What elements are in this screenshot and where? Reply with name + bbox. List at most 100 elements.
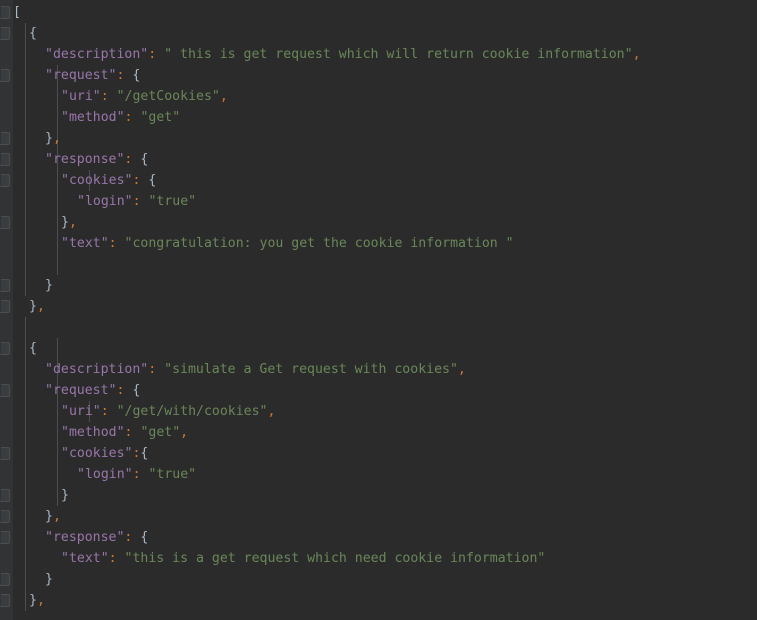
code-fold-marker-icon[interactable] <box>0 174 10 187</box>
code-line[interactable]: "uri": "/getCookies", <box>61 86 228 107</box>
code-token: "get" <box>140 425 181 440</box>
indent-guide <box>25 317 26 611</box>
code-token: "description" <box>45 47 149 62</box>
code-token: { <box>140 530 149 545</box>
code-token: "response" <box>45 152 125 167</box>
code-token: : <box>132 467 141 482</box>
code-token: , <box>457 362 466 377</box>
code-token: , <box>180 425 189 440</box>
code-token: , <box>68 215 77 230</box>
code-line[interactable]: "cookies":{ <box>61 443 148 464</box>
code-fold-marker-icon[interactable] <box>0 27 10 40</box>
code-fold-marker-icon[interactable] <box>0 132 10 145</box>
code-line[interactable]: "description": "simulate a Get request w… <box>45 359 466 380</box>
code-token: , <box>36 593 45 608</box>
code-line[interactable]: { <box>29 23 37 44</box>
code-line[interactable]: "request": { <box>45 380 140 401</box>
code-fold-marker-icon[interactable] <box>0 489 10 502</box>
code-line[interactable]: "method": "get", <box>61 422 188 443</box>
code-token: , <box>36 299 45 314</box>
code-line[interactable]: "text": "this is a get request which nee… <box>61 548 545 569</box>
code-token: , <box>219 89 228 104</box>
code-token: "/getCookies" <box>116 89 220 104</box>
code-line[interactable]: "description": " this is get request whi… <box>45 44 641 65</box>
code-line[interactable]: }, <box>29 590 45 611</box>
code-line[interactable]: "uri": "/get/with/cookies", <box>61 401 275 422</box>
code-fold-marker-icon[interactable] <box>0 6 10 19</box>
code-token: "request" <box>45 68 117 83</box>
code-fold-marker-icon[interactable] <box>0 447 10 460</box>
code-fold-marker-icon[interactable] <box>0 69 10 82</box>
indent-guide <box>25 23 26 296</box>
code-line[interactable]: }, <box>61 212 77 233</box>
editor-gutter[interactable] <box>0 0 13 620</box>
code-line[interactable]: "login": "true" <box>77 464 196 485</box>
code-line[interactable]: } <box>45 275 53 296</box>
code-token: "/get/with/cookies" <box>116 404 268 419</box>
code-fold-marker-icon[interactable] <box>0 510 10 523</box>
indent-guide <box>57 443 58 506</box>
code-line[interactable]: } <box>61 485 69 506</box>
code-token: "uri" <box>61 89 101 104</box>
code-token: { <box>148 173 157 188</box>
code-token: "uri" <box>61 404 101 419</box>
code-token: } <box>45 572 53 587</box>
code-token: { <box>140 446 149 461</box>
code-token: : <box>132 194 141 209</box>
code-line[interactable]: "response": { <box>45 527 148 548</box>
code-token: } <box>45 278 53 293</box>
code-token: "congratulation: you get the cookie info… <box>124 236 514 251</box>
code-line[interactable]: "method": "get" <box>61 107 180 128</box>
code-line[interactable]: }, <box>45 506 61 527</box>
code-token: "response" <box>45 530 125 545</box>
code-token: "login" <box>77 194 133 209</box>
code-token: "true" <box>148 194 197 209</box>
code-token: } <box>29 299 37 314</box>
code-line[interactable]: "request": { <box>45 65 140 86</box>
code-token: : <box>100 404 109 419</box>
code-fold-marker-icon[interactable] <box>0 531 10 544</box>
code-line[interactable]: "cookies": { <box>61 170 156 191</box>
code-token: : <box>108 551 117 566</box>
code-line[interactable]: }, <box>29 296 45 317</box>
code-fold-marker-icon[interactable] <box>0 216 10 229</box>
code-token: : <box>100 89 109 104</box>
code-token: , <box>52 131 61 146</box>
code-token: "description" <box>45 362 149 377</box>
code-fold-marker-icon[interactable] <box>0 279 10 292</box>
code-token: } <box>61 488 69 503</box>
code-token: , <box>52 509 61 524</box>
code-token: { <box>132 68 141 83</box>
code-line[interactable]: } <box>45 569 53 590</box>
code-fold-marker-icon[interactable] <box>0 384 10 397</box>
code-fold-marker-icon[interactable] <box>0 300 10 313</box>
code-token: [ <box>13 5 21 20</box>
code-line[interactable]: "response": { <box>45 149 148 170</box>
code-token: } <box>61 215 69 230</box>
code-fold-marker-icon[interactable] <box>0 594 10 607</box>
code-token: "request" <box>45 383 117 398</box>
code-token: { <box>29 341 37 356</box>
code-fold-marker-icon[interactable] <box>0 342 10 355</box>
code-line[interactable]: "text": "congratulation: you get the coo… <box>61 233 514 254</box>
code-line[interactable]: "login": "true" <box>77 191 196 212</box>
code-fold-marker-icon[interactable] <box>0 573 10 586</box>
code-token: { <box>140 152 149 167</box>
code-token: "cookies" <box>61 173 133 188</box>
code-line[interactable]: { <box>29 338 37 359</box>
code-token: } <box>29 593 37 608</box>
editor-code-area[interactable]: [ { "description": " this is get request w… <box>13 0 757 620</box>
code-line[interactable]: }, <box>45 128 61 149</box>
code-token: } <box>45 131 53 146</box>
code-line[interactable]: [ <box>13 2 21 23</box>
code-token: "text" <box>61 236 109 251</box>
code-token: { <box>29 26 37 41</box>
code-fold-marker-icon[interactable] <box>0 153 10 166</box>
code-token: } <box>45 509 53 524</box>
json-editor-view[interactable]: [ { "description": " this is get request w… <box>0 0 757 620</box>
